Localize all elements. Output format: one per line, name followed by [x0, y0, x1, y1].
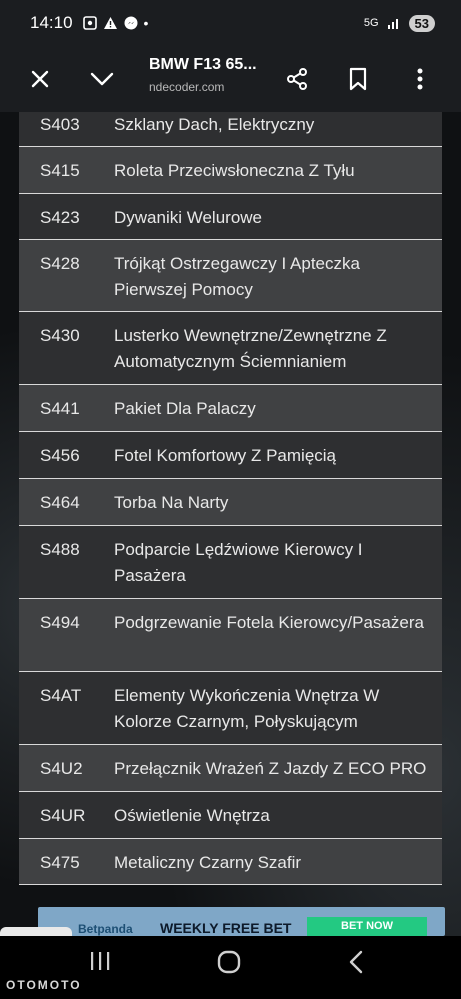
option-code: S4UR — [40, 806, 86, 825]
page-content[interactable]: S403 Szklany Dach, Elektryczny S415 Roleta … — [0, 112, 461, 936]
notification-icons: • — [82, 15, 149, 31]
option-code: S423 — [40, 208, 80, 227]
option-description: Przełącznik Wrażeń Z Jazdy Z ECO PRO — [114, 759, 427, 778]
option-code: S464 — [40, 493, 80, 512]
browser-toolbar: BMW F13 65... ndecoder.com — [0, 46, 461, 112]
signal-icon — [387, 19, 398, 29]
option-description: Lusterko Wewnętrzne/Zewnętrzne Z Automat… — [114, 326, 387, 371]
warning-icon — [103, 17, 117, 29]
option-code: S4AT — [40, 686, 82, 705]
option-row: S415 Roleta Przeciwsłoneczna Z Tyłu — [19, 147, 442, 194]
home-icon — [217, 950, 241, 974]
status-left: 14:10 • — [30, 13, 148, 33]
ad-headline: WEEKLY FREE BET — [160, 920, 292, 936]
close-icon — [31, 70, 49, 88]
more-options-button[interactable] — [402, 61, 438, 97]
option-row: S403 Szklany Dach, Elektryczny — [19, 112, 442, 147]
collapse-button[interactable] — [84, 61, 120, 97]
option-row: S423 Dywaniki Welurowe — [19, 194, 442, 240]
option-code: S4U2 — [40, 759, 83, 778]
option-row: S4U2 Przełącznik Wrażeń Z Jazdy Z ECO PRO — [19, 745, 442, 792]
dot-icon: • — [143, 15, 149, 31]
watermark-logo: OTOMOTO — [6, 978, 82, 992]
option-row: S456 Fotel Komfortowy Z Pamięcią — [19, 432, 442, 479]
ad-pill — [0, 927, 72, 936]
option-description: Torba Na Narty — [114, 493, 229, 512]
status-bar: 14:10 • 5G 53 — [0, 0, 461, 46]
status-right: 5G 53 — [363, 14, 435, 32]
network-label: 5G — [363, 17, 379, 29]
recent-apps-button[interactable] — [89, 950, 111, 977]
option-description: Elementy Wykończenia Wnętrza W Kolorze C… — [114, 686, 380, 731]
option-description: Pakiet Dla Palaczy — [114, 399, 256, 418]
option-row: S4AT Elementy Wykończenia Wnętrza W Kolor… — [19, 672, 442, 745]
page-title-block[interactable]: BMW F13 65... ndecoder.com — [149, 56, 257, 94]
options-table: S403 Szklany Dach, Elektryczny S415 Roleta … — [19, 112, 442, 885]
option-description: Metaliczny Czarny Szafir — [114, 853, 302, 872]
option-description: Roleta Przeciwsłoneczna Z Tyłu — [114, 161, 355, 180]
option-row: S475 Metaliczny Czarny Szafir — [19, 839, 442, 885]
option-row: S428 Trójkąt Ostrzegawczy I Apteczka Pier… — [19, 240, 442, 312]
option-row: S488 Podparcie Lędźwiowe Kierowcy I Pasaż… — [19, 526, 442, 599]
option-description: Fotel Komfortowy Z Pamięcią — [114, 446, 337, 465]
ad-banner[interactable]: Betpanda WEEKLY FREE BET BET NOW — [0, 907, 461, 936]
back-icon — [349, 950, 363, 974]
more-vert-icon — [417, 68, 423, 90]
option-code: S475 — [40, 853, 80, 872]
screenshot-icon — [82, 16, 97, 30]
recent-apps-icon — [91, 952, 110, 970]
chevron-down-icon — [90, 72, 114, 86]
option-row: S430 Lusterko Wewnętrzne/Zewnętrzne Z Aut… — [19, 312, 442, 385]
option-row: S494 Podgrzewanie Fotela Kierowcy/Pasażer… — [19, 599, 442, 672]
ad-cta-button[interactable]: BET NOW — [307, 917, 427, 936]
option-description: Podparcie Lędźwiowe Kierowcy I Pasażera — [114, 540, 363, 585]
option-code: S494 — [40, 613, 80, 632]
option-row: S4UR Oświetlenie Wnętrza — [19, 792, 442, 839]
ad-brand: Betpanda — [78, 922, 133, 936]
back-button[interactable] — [348, 950, 364, 979]
option-code: S403 — [40, 115, 80, 134]
battery-indicator: 53 — [408, 14, 435, 32]
option-row: S464 Torba Na Narty — [19, 479, 442, 526]
option-description: Oświetlenie Wnętrza — [114, 806, 270, 825]
page-title: BMW F13 65... — [149, 56, 257, 73]
home-button[interactable] — [217, 950, 241, 979]
page-url: ndecoder.com — [149, 80, 225, 94]
option-description: Trójkąt Ostrzegawczy I Apteczka Pierwsze… — [114, 254, 360, 299]
option-description: Dywaniki Welurowe — [114, 208, 263, 227]
option-code: S441 — [40, 399, 80, 418]
bookmark-button[interactable] — [340, 61, 376, 97]
status-time: 14:10 — [30, 13, 73, 32]
bookmark-icon — [349, 67, 367, 91]
option-description: Szklany Dach, Elektryczny — [114, 115, 315, 134]
close-button[interactable] — [22, 61, 58, 97]
messenger-icon — [124, 16, 138, 30]
option-code: S488 — [40, 540, 80, 559]
share-button[interactable] — [279, 61, 315, 97]
option-row: S441 Pakiet Dla Palaczy — [19, 385, 442, 432]
option-code: S456 — [40, 446, 80, 465]
option-description: Podgrzewanie Fotela Kierowcy/Pasażera — [114, 613, 424, 632]
share-icon — [287, 68, 307, 90]
option-code: S430 — [40, 326, 80, 345]
option-code: S428 — [40, 254, 80, 273]
option-code: S415 — [40, 161, 80, 180]
